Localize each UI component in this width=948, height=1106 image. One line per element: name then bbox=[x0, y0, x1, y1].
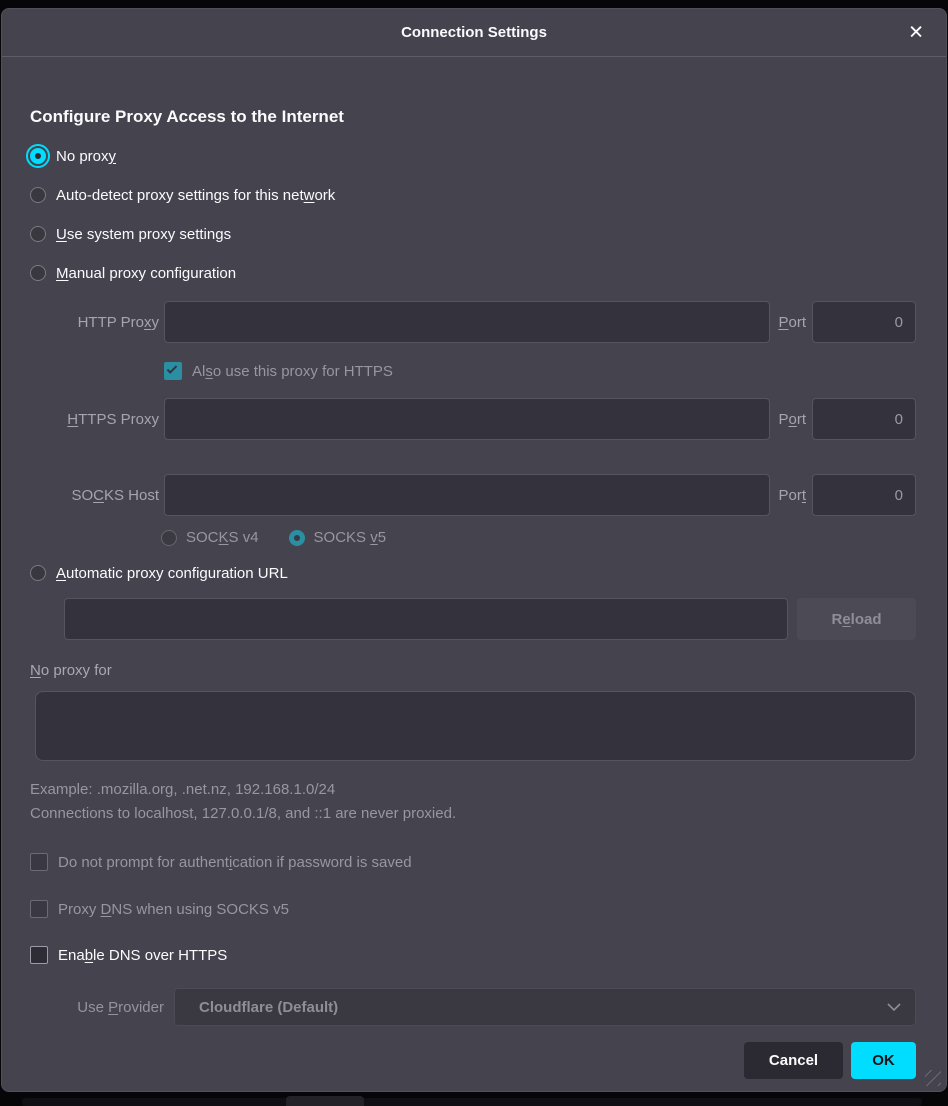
http-proxy-input[interactable] bbox=[164, 301, 770, 343]
radio-auto-config-url[interactable]: Automatic proxy configuration URL bbox=[30, 561, 916, 585]
close-icon: ✕ bbox=[908, 22, 924, 43]
chevron-down-icon bbox=[887, 1003, 901, 1012]
auto-config-url-input[interactable] bbox=[64, 598, 788, 640]
radio-socks-v4-label: SOCKS v4 bbox=[186, 529, 259, 546]
no-proxy-for-label: No proxy for bbox=[30, 660, 916, 682]
radio-icon bbox=[30, 187, 46, 203]
no-proxy-example-text: Example: .mozilla.org, .net.nz, 192.168.… bbox=[30, 779, 916, 801]
http-proxy-row: HTTP Proxy Port bbox=[30, 301, 916, 343]
check-icon bbox=[167, 363, 178, 374]
reload-button[interactable]: Reload bbox=[797, 598, 916, 640]
checkbox-enable-doh[interactable]: Enable DNS over HTTPS bbox=[30, 944, 916, 966]
proxy-dns-socks5-label: Proxy DNS when using SOCKS v5 bbox=[58, 901, 289, 918]
radio-auto-detect-label: Auto-detect proxy settings for this netw… bbox=[56, 187, 335, 204]
checkbox-icon bbox=[30, 853, 48, 871]
resize-grip-icon[interactable] bbox=[925, 1070, 941, 1086]
background-page-chip bbox=[286, 1096, 364, 1106]
radio-manual-proxy[interactable]: Manual proxy configuration bbox=[30, 261, 916, 285]
radio-socks-v4[interactable]: SOCKS v4 bbox=[161, 529, 259, 546]
enable-doh-label: Enable DNS over HTTPS bbox=[58, 947, 227, 964]
background-page-hint bbox=[22, 1098, 922, 1106]
radio-socks-v5-label: SOCKS v5 bbox=[314, 529, 387, 546]
http-port-label: Port bbox=[778, 314, 806, 331]
radio-auto-config-url-label: Automatic proxy configuration URL bbox=[56, 565, 288, 582]
localhost-note-text: Connections to localhost, 127.0.0.1/8, a… bbox=[30, 803, 916, 825]
no-prompt-auth-label: Do not prompt for authentication if pass… bbox=[58, 854, 412, 871]
dialog-title: Connection Settings bbox=[401, 24, 547, 41]
radio-no-proxy-label: No proxy bbox=[56, 148, 116, 165]
dialog-content: Configure Proxy Access to the Internet N… bbox=[2, 105, 946, 1079]
also-https-label: Also use this proxy for HTTPS bbox=[192, 363, 393, 380]
radio-socks-v5[interactable]: SOCKS v5 bbox=[289, 529, 387, 546]
radio-icon bbox=[289, 530, 305, 546]
close-button[interactable]: ✕ bbox=[902, 19, 930, 46]
ok-button[interactable]: OK bbox=[851, 1042, 916, 1079]
radio-manual-proxy-label: Manual proxy configuration bbox=[56, 265, 236, 282]
https-proxy-label: HTTPS Proxy bbox=[30, 411, 164, 428]
https-proxy-input[interactable] bbox=[164, 398, 770, 440]
radio-icon bbox=[161, 530, 177, 546]
use-provider-label: Use Provider bbox=[59, 999, 164, 1016]
doh-provider-value: Cloudflare (Default) bbox=[199, 999, 887, 1016]
cancel-button[interactable]: Cancel bbox=[744, 1042, 843, 1079]
checkbox-icon bbox=[30, 900, 48, 918]
radio-no-proxy[interactable]: No proxy bbox=[30, 144, 916, 168]
doh-provider-row: Use Provider Cloudflare (Default) bbox=[30, 988, 916, 1026]
checkbox-no-prompt-auth[interactable]: Do not prompt for authentication if pass… bbox=[30, 851, 916, 873]
http-port-input[interactable] bbox=[812, 301, 916, 343]
doh-provider-select[interactable]: Cloudflare (Default) bbox=[174, 988, 916, 1026]
checkbox-proxy-dns-socks5[interactable]: Proxy DNS when using SOCKS v5 bbox=[30, 898, 916, 920]
page-title: Configure Proxy Access to the Internet bbox=[30, 105, 916, 129]
socks-host-row: SOCKS Host Port bbox=[30, 474, 916, 516]
radio-auto-detect[interactable]: Auto-detect proxy settings for this netw… bbox=[30, 183, 916, 207]
checkbox-icon bbox=[30, 946, 48, 964]
socks-version-row: SOCKS v4 SOCKS v5 bbox=[161, 529, 916, 546]
dialog-footer: Cancel OK bbox=[30, 1042, 916, 1079]
connection-settings-dialog: Connection Settings ✕ Configure Proxy Ac… bbox=[1, 8, 947, 1092]
no-proxy-for-textarea[interactable] bbox=[35, 691, 916, 761]
https-proxy-row: HTTPS Proxy Port bbox=[30, 398, 916, 440]
radio-icon bbox=[30, 226, 46, 242]
dialog-titlebar: Connection Settings ✕ bbox=[2, 9, 946, 57]
radio-icon bbox=[30, 265, 46, 281]
also-https-checkbox-row[interactable]: Also use this proxy for HTTPS bbox=[164, 360, 916, 382]
https-port-label: Port bbox=[778, 411, 806, 428]
socks-port-label: Port bbox=[778, 487, 806, 504]
socks-host-label: SOCKS Host bbox=[30, 487, 164, 504]
socks-port-input[interactable] bbox=[812, 474, 916, 516]
radio-system-proxy[interactable]: Use system proxy settings bbox=[30, 222, 916, 246]
radio-icon bbox=[30, 565, 46, 581]
auto-config-url-row: Reload bbox=[30, 598, 916, 640]
socks-host-input[interactable] bbox=[164, 474, 770, 516]
checkbox-checked-icon bbox=[164, 362, 182, 380]
http-proxy-label: HTTP Proxy bbox=[30, 314, 164, 331]
radio-system-proxy-label: Use system proxy settings bbox=[56, 226, 231, 243]
radio-icon bbox=[30, 148, 46, 164]
https-port-input[interactable] bbox=[812, 398, 916, 440]
